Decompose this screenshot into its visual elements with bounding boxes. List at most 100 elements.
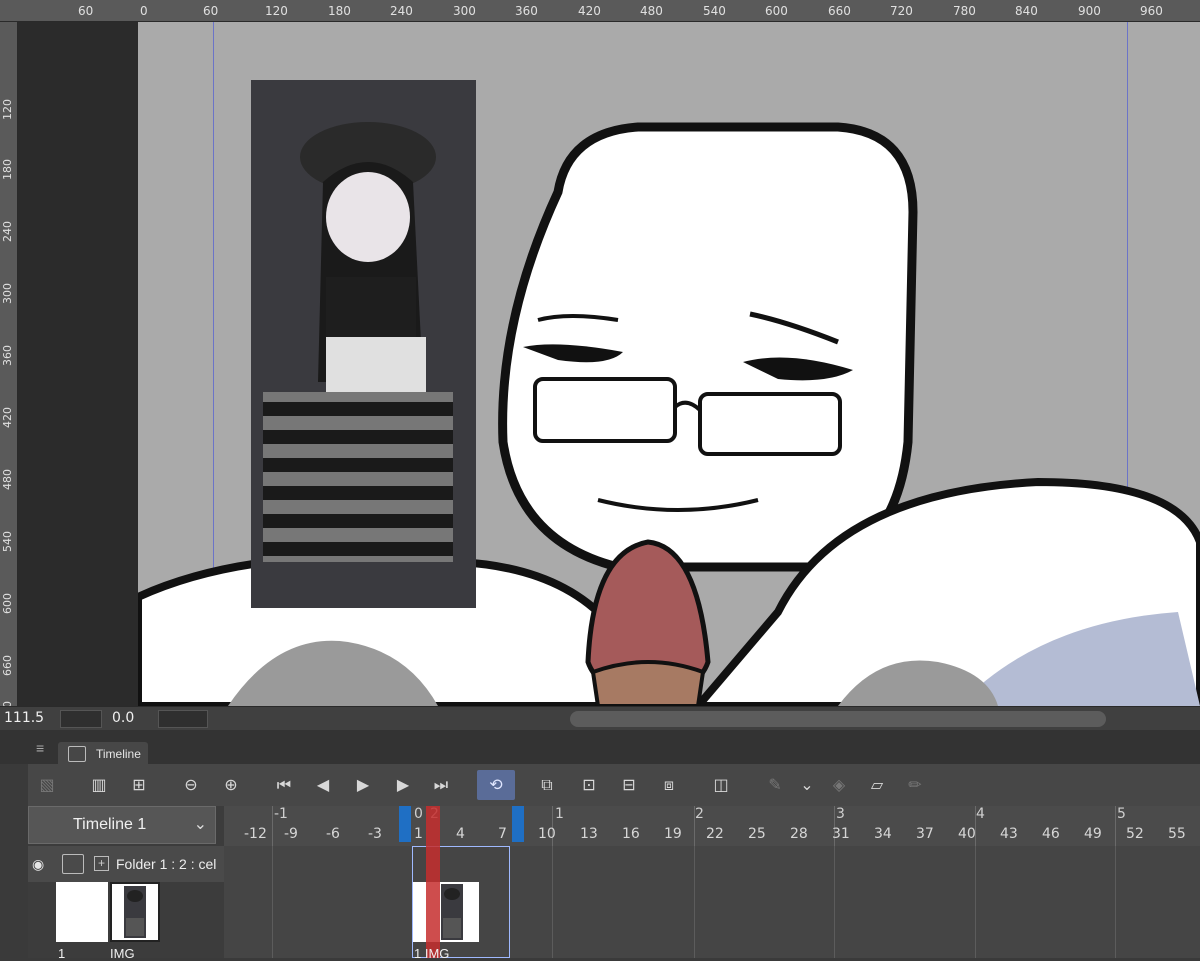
ruler-tick: 300 <box>453 4 476 18</box>
zoom-in-icon[interactable]: ⊕ <box>220 774 242 796</box>
horizontal-ruler[interactable]: 60 0 60 120 180 240 300 360 420 480 540 … <box>0 0 1200 22</box>
timeline-tracks[interactable] <box>224 846 1200 958</box>
canvas-viewport[interactable] <box>18 22 1200 706</box>
vertical-ruler[interactable]: 120 180 240 300 360 420 480 540 600 660 … <box>0 22 18 722</box>
last-frame-icon[interactable]: ⏭ <box>430 774 452 796</box>
image-thumbnail <box>124 886 146 938</box>
frame-label: -12 <box>244 826 267 842</box>
ruler-tick: 600 <box>765 4 788 18</box>
fill-icon[interactable]: ◈ <box>828 774 850 796</box>
zoom-slider[interactable] <box>60 710 102 728</box>
ruler-tick: 240 <box>1 221 14 242</box>
second-label: -1 <box>274 806 288 822</box>
frame-label: 31 <box>832 826 850 842</box>
frame-label: 22 <box>706 826 724 842</box>
expand-icon[interactable]: + <box>94 856 109 871</box>
second-label: 3 <box>836 806 845 822</box>
ruler-tick: 480 <box>640 4 663 18</box>
frame-label: 13 <box>580 826 598 842</box>
camera-icon[interactable]: ▱ <box>866 774 888 796</box>
frame-label: 43 <box>1000 826 1018 842</box>
graph-icon[interactable]: ▧ <box>36 774 58 796</box>
ruler-tick: 660 <box>1 655 14 676</box>
second-label: 2 <box>695 806 704 822</box>
folder-label: Folder 1 : 2 : cel <box>116 856 217 872</box>
animation-cel-icon[interactable]: ▥ <box>88 774 110 796</box>
folder-layer-row[interactable]: ◉ + Folder 1 : 2 : cel <box>28 846 224 882</box>
animation-folder-icon <box>62 854 84 874</box>
ruler-tick: 180 <box>328 4 351 18</box>
cel-thumbnail[interactable] <box>110 882 160 942</box>
frame-label: 52 <box>1126 826 1144 842</box>
frame-ruler[interactable]: -1 0 2 1 2 3 4 5 -12 -9 -6 -3 1 4 7 10 1… <box>224 806 1200 846</box>
zoom-out-icon[interactable]: ⊖ <box>180 774 202 796</box>
timeline-icon <box>68 746 86 762</box>
track-cel[interactable] <box>413 882 479 942</box>
pen-icon[interactable]: ✏ <box>904 774 926 796</box>
new-cel-icon[interactable]: ⊞ <box>128 774 150 796</box>
ruler-tick: 120 <box>265 4 288 18</box>
playhead[interactable] <box>426 806 440 958</box>
chevron-down-icon: ⌄ <box>193 816 207 833</box>
new-animation-folder-icon[interactable]: ⧉ <box>536 774 558 796</box>
ruler-tick: 600 <box>1 593 14 614</box>
ruler-tick: 420 <box>578 4 601 18</box>
delete-frame-icon[interactable]: ⊟ <box>618 774 640 796</box>
play-icon[interactable]: ▶ <box>352 774 374 796</box>
frame-label: 55 <box>1168 826 1186 842</box>
eye-icon[interactable]: ◉ <box>32 856 44 873</box>
dropdown-icon[interactable]: ⌄ <box>796 774 818 796</box>
rotation-value[interactable]: 0.0 <box>112 710 134 728</box>
new-frame-icon[interactable]: ⊡ <box>578 774 600 796</box>
frame-label: 49 <box>1084 826 1102 842</box>
range-start-marker[interactable] <box>399 806 411 842</box>
key-frame-icon[interactable]: ✎ <box>764 774 786 796</box>
timeline-select[interactable]: Timeline 1 ⌄ <box>28 806 216 844</box>
frame-label: 10 <box>538 826 556 842</box>
range-end-marker[interactable] <box>512 806 524 842</box>
timeline-toolbar: ▧ ▥ ⊞ ⊖ ⊕ ⏮ ◀ ▶ ▶ ⏭ ⟲ ⧉ ⊡ ⊟ ⧈ ◫ ✎ ⌄ ◈ ▱ … <box>28 764 1200 806</box>
artwork <box>138 80 1200 706</box>
ruler-tick: 780 <box>953 4 976 18</box>
cel-label: IMG <box>110 946 135 961</box>
ruler-tick: 360 <box>1 345 14 366</box>
frame-label: -6 <box>326 826 340 842</box>
ruler-tick: 180 <box>1 159 14 180</box>
panel-menu-icon[interactable]: ≡ <box>36 740 44 756</box>
frame-label: 34 <box>874 826 892 842</box>
canvas-status-bar: 111.5 0.0 <box>0 706 1200 730</box>
frame-label: 28 <box>790 826 808 842</box>
ruler-tick: 960 <box>1140 4 1163 18</box>
cel-thumbnail[interactable] <box>56 882 108 942</box>
second-label: 4 <box>976 806 985 822</box>
drawing-canvas[interactable] <box>138 22 1200 706</box>
ruler-tick: 720 <box>890 4 913 18</box>
frame-label: 46 <box>1042 826 1060 842</box>
horizontal-scrollbar[interactable] <box>570 711 1106 727</box>
tab-timeline[interactable]: Timeline <box>58 742 148 766</box>
second-label: 0 <box>414 806 423 822</box>
frame-label: 16 <box>622 826 640 842</box>
onion-skin-icon[interactable]: ⧈ <box>658 774 680 796</box>
second-label: 1 <box>555 806 564 822</box>
rotation-slider[interactable] <box>158 710 208 728</box>
ruler-tick: 660 <box>828 4 851 18</box>
first-frame-icon[interactable]: ⏮ <box>273 774 295 796</box>
loop-icon[interactable]: ⟲ <box>477 770 515 800</box>
prev-frame-icon[interactable]: ◀ <box>312 774 334 796</box>
next-frame-icon[interactable]: ▶ <box>392 774 414 796</box>
frame-label: 40 <box>958 826 976 842</box>
ruler-tick: 360 <box>515 4 538 18</box>
image-thumbnail <box>441 884 463 940</box>
zoom-value[interactable]: 111.5 <box>4 710 44 728</box>
ruler-tick: 300 <box>1 283 14 304</box>
ruler-tick: 60 <box>78 4 94 18</box>
lightbox-icon[interactable]: ◫ <box>710 774 732 796</box>
ruler-tick: 480 <box>1 469 14 490</box>
frame-label: 19 <box>664 826 682 842</box>
frame-label: 25 <box>748 826 766 842</box>
frame-label: 7 <box>498 826 507 842</box>
frame-label: -9 <box>284 826 298 842</box>
cel-label: 1 <box>58 946 66 961</box>
frame-label: -3 <box>368 826 382 842</box>
